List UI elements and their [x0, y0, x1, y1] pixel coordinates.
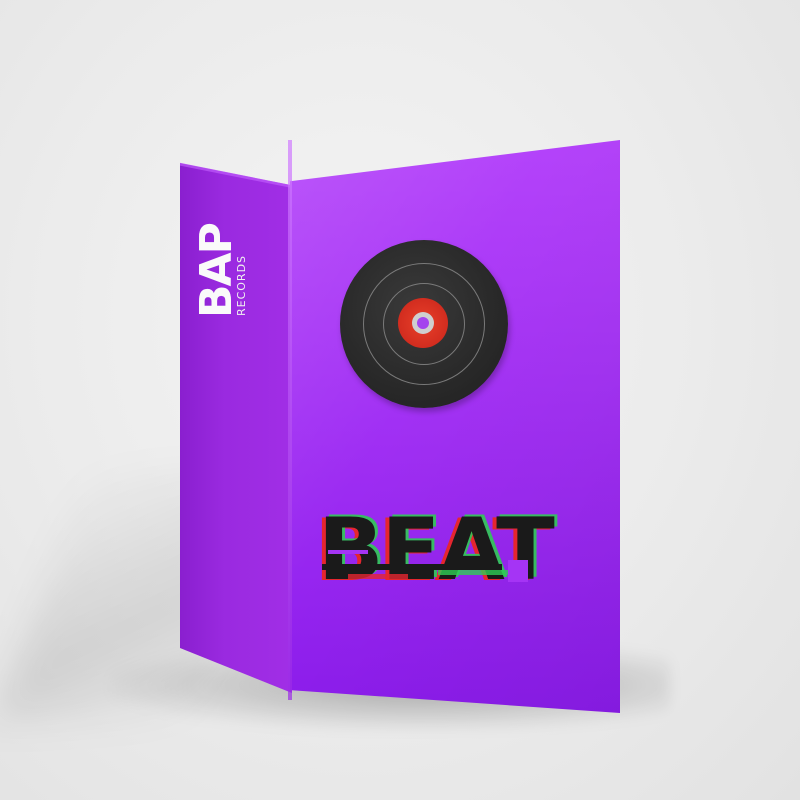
brand-logo: BAP RECORDS — [191, 128, 265, 318]
product-scene: BAP RECORDS BEAT BEAT BEAT — [0, 0, 800, 800]
vinyl-record-icon — [340, 240, 508, 408]
brand-logo-main: BAP — [191, 224, 242, 318]
product-title: BEAT BEAT BEAT — [314, 498, 578, 610]
box-front-sheen — [290, 140, 620, 713]
glitch-bar — [328, 550, 368, 554]
glitch-bar — [508, 560, 528, 582]
brand-logo-sub: RECORDS — [235, 254, 248, 316]
box-front-edge — [288, 140, 292, 700]
record-spindle-hole — [417, 317, 429, 329]
glitch-bar — [348, 574, 408, 579]
glitch-bar — [438, 570, 508, 575]
